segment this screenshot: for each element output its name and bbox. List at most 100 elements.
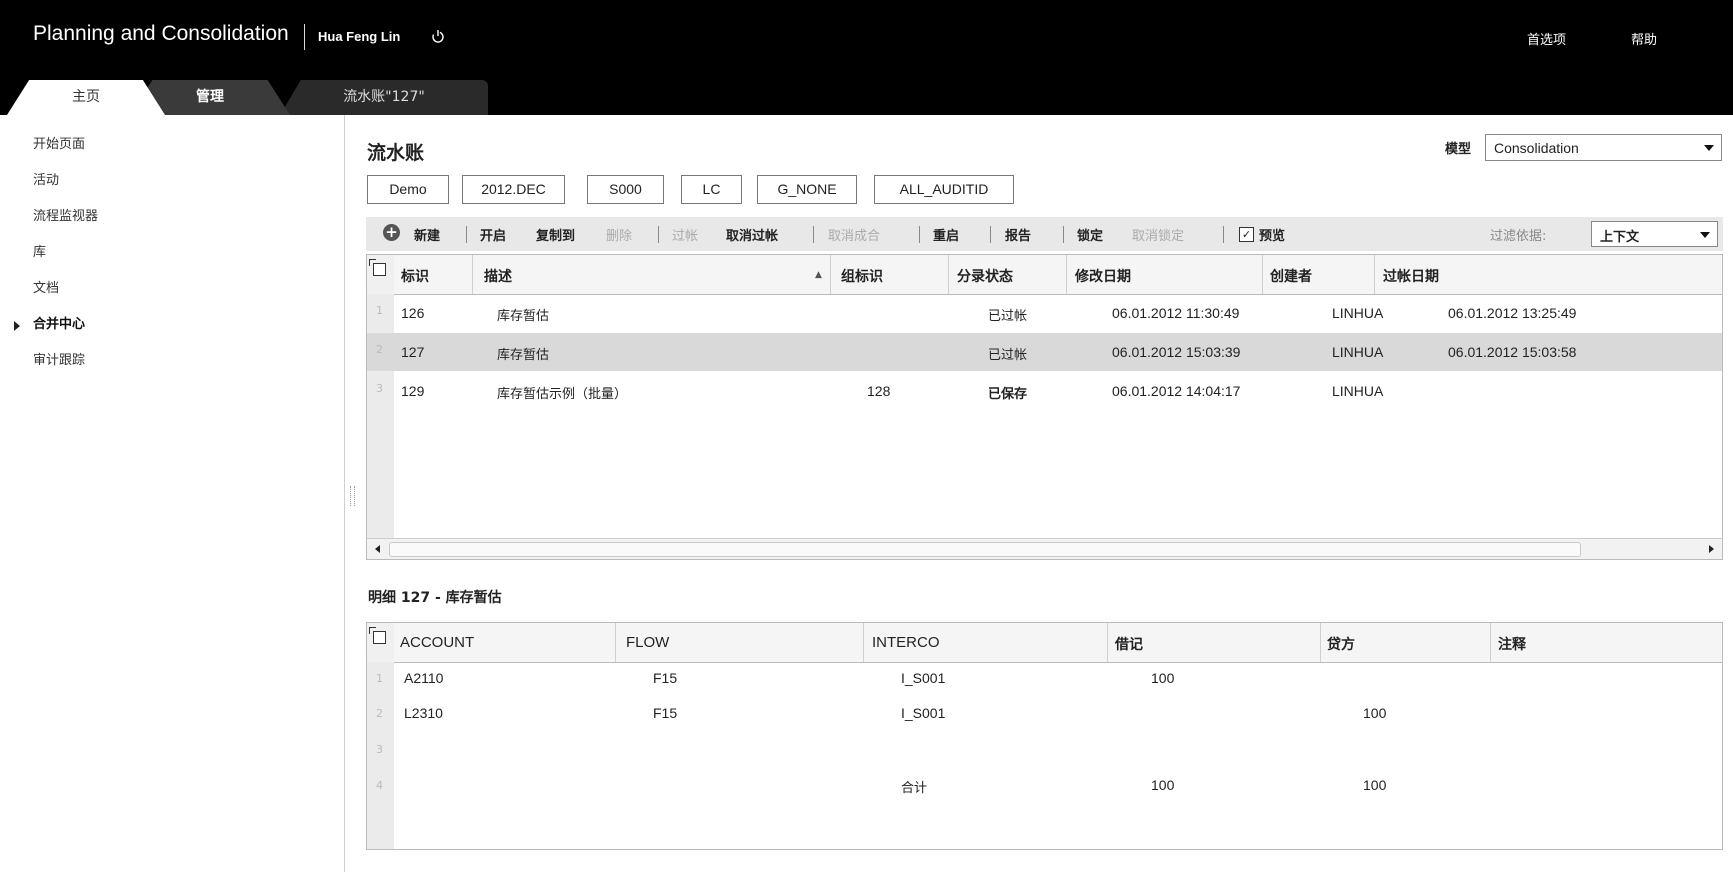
preview-checkbox[interactable]: ✓	[1239, 227, 1254, 242]
toolbar-divider	[990, 226, 991, 243]
help-link[interactable]: 帮助	[1631, 29, 1657, 48]
row-number: 1	[376, 304, 383, 317]
unlock-button[interactable]: 取消锁定	[1132, 225, 1184, 244]
column-divider	[863, 623, 864, 662]
column-header-debit[interactable]: 借记	[1115, 634, 1143, 654]
open-button[interactable]: 开启	[480, 225, 506, 244]
column-header-creator[interactable]: 创建者	[1270, 266, 1312, 286]
cell-modified-date: 06.01.2012 15:03:39	[1112, 344, 1241, 360]
table-row[interactable]: 3	[367, 733, 1722, 769]
table-row-selected[interactable]: 2 127 库存暂估 已过帐 06.01.2012 15:03:39 LINHU…	[367, 333, 1722, 371]
scroll-left-icon[interactable]	[375, 545, 380, 553]
new-button[interactable]: 新建	[414, 225, 440, 244]
copy-to-button[interactable]: 复制到	[536, 225, 575, 244]
column-header-credit[interactable]: 贷方	[1327, 634, 1355, 654]
delete-button[interactable]: 删除	[606, 225, 632, 244]
journal-grid: 标识 描述 ▲ 组标识 分录状态 修改日期 创建者 过帐日期 1 126 库存暂…	[366, 254, 1723, 560]
context-group-button[interactable]: G_NONE	[757, 175, 857, 204]
toolbar-divider	[466, 226, 467, 243]
preferences-link[interactable]: 首选项	[1527, 29, 1566, 48]
column-header-interco[interactable]: INTERCO	[872, 634, 940, 651]
filter-select[interactable]: 上下文	[1591, 221, 1718, 247]
table-row[interactable]: 2 L2310 F15 I_S001 100	[367, 697, 1722, 733]
scroll-right-icon[interactable]	[1709, 545, 1714, 553]
reopen-button[interactable]: 重启	[933, 225, 959, 244]
table-row[interactable]: 1 A2110 F15 I_S001 100	[367, 662, 1722, 697]
table-row-total[interactable]: 4 合计 100 100	[367, 769, 1722, 805]
column-divider	[472, 255, 473, 294]
journal-toolbar: + 新建 开启 复制到 删除 过帐 取消过帐 取消成合 重启 报告 锁定 取消锁…	[366, 217, 1723, 251]
cancel-post-button[interactable]: 取消过帐	[726, 225, 778, 244]
column-header-id[interactable]: 标识	[401, 266, 429, 286]
filter-select-value: 上下文	[1600, 230, 1640, 245]
row-number: 2	[376, 343, 383, 356]
scrollbar-thumb[interactable]	[389, 542, 1581, 557]
filter-label: 过滤依据:	[1490, 229, 1547, 244]
sort-ascending-icon[interactable]: ▲	[815, 270, 822, 280]
column-header-posted-date[interactable]: 过帐日期	[1383, 266, 1439, 286]
cell-status: 已过帐	[988, 309, 1028, 324]
cell-account[interactable]: L2310	[404, 705, 443, 721]
column-header-modified-date[interactable]: 修改日期	[1075, 266, 1131, 286]
horizontal-scrollbar[interactable]	[367, 538, 1722, 559]
column-divider	[1066, 255, 1067, 294]
top-bar: Planning and Consolidation Hua Feng Lin …	[0, 0, 1733, 115]
cell-debit[interactable]: 100	[1151, 670, 1174, 686]
column-header-account[interactable]: ACCOUNT	[400, 634, 474, 651]
column-header-group-id[interactable]: 组标识	[841, 266, 883, 286]
add-circle-icon[interactable]: +	[383, 224, 400, 241]
post-button[interactable]: 过帐	[672, 225, 698, 244]
row-number: 3	[376, 743, 383, 756]
sidebar-item-consolidation-center[interactable]: 合并中心	[33, 313, 85, 332]
column-header-entry-status[interactable]: 分录状态	[957, 266, 1013, 286]
table-row[interactable]: 1 126 库存暂估 已过帐 06.01.2012 11:30:49 LINHU…	[367, 294, 1722, 332]
logout-power-icon[interactable]	[431, 29, 445, 43]
cancel-group-button[interactable]: 取消成合	[828, 225, 880, 244]
column-settings-icon[interactable]	[369, 259, 386, 276]
cell-description: 库存暂估示例（批量）	[497, 387, 628, 402]
cell-description: 库存暂估	[497, 348, 550, 363]
cell-status: 已保存	[988, 387, 1028, 402]
user-name: Hua Feng Lin	[318, 29, 401, 44]
pane-splitter-handle[interactable]	[350, 486, 355, 506]
report-button[interactable]: 报告	[1005, 225, 1031, 244]
table-row[interactable]: 3 129 库存暂估示例（批量） 128 已保存 06.01.2012 14:0…	[367, 372, 1722, 410]
expand-arrow-icon[interactable]	[14, 321, 20, 331]
sidebar-item-start-page[interactable]: 开始页面	[33, 133, 85, 152]
model-select-value: Consolidation	[1494, 140, 1579, 156]
tab-journal-127[interactable]: 流水账"127"	[280, 80, 488, 115]
detail-section-title: 明细 127 - 库存暂估	[368, 590, 502, 606]
context-entity-button[interactable]: Demo	[367, 175, 449, 204]
context-auditid-button[interactable]: ALL_AUDITID	[874, 175, 1014, 204]
sidebar-item-library[interactable]: 库	[33, 241, 46, 260]
grid-corner	[367, 255, 394, 294]
app-title: Planning and Consolidation	[33, 22, 289, 45]
cell-modified-date: 06.01.2012 11:30:49	[1112, 305, 1240, 321]
cell-flow[interactable]: F15	[653, 670, 677, 686]
cell-credit[interactable]: 100	[1363, 705, 1386, 721]
context-currency-button[interactable]: LC	[681, 175, 742, 204]
cell-interco[interactable]: I_S001	[901, 670, 945, 686]
detail-grid-header: ACCOUNT FLOW INTERCO 借记 贷方 注释	[394, 623, 1722, 663]
row-number: 4	[376, 779, 383, 792]
column-divider	[615, 623, 616, 662]
cell-interco[interactable]: I_S001	[901, 705, 945, 721]
column-divider	[1262, 255, 1263, 294]
cell-id: 129	[401, 383, 425, 399]
column-settings-icon[interactable]	[369, 627, 386, 644]
sidebar-item-process-monitor[interactable]: 流程监视器	[33, 205, 98, 224]
column-header-note[interactable]: 注释	[1498, 634, 1526, 654]
context-time-button[interactable]: 2012.DEC	[462, 175, 565, 204]
sidebar-item-documents[interactable]: 文档	[33, 277, 59, 296]
column-header-flow[interactable]: FLOW	[626, 634, 669, 651]
column-divider	[830, 255, 831, 294]
model-select[interactable]: Consolidation	[1485, 134, 1722, 161]
column-header-description[interactable]: 描述	[484, 266, 512, 286]
tab-home[interactable]: 主页	[7, 80, 165, 115]
cell-flow[interactable]: F15	[653, 705, 677, 721]
context-scope-button[interactable]: S000	[587, 175, 664, 204]
sidebar-item-activities[interactable]: 活动	[33, 169, 59, 188]
lock-button[interactable]: 锁定	[1077, 225, 1103, 244]
cell-account[interactable]: A2110	[404, 670, 443, 686]
sidebar-item-audit-trail[interactable]: 审计跟踪	[33, 349, 85, 368]
